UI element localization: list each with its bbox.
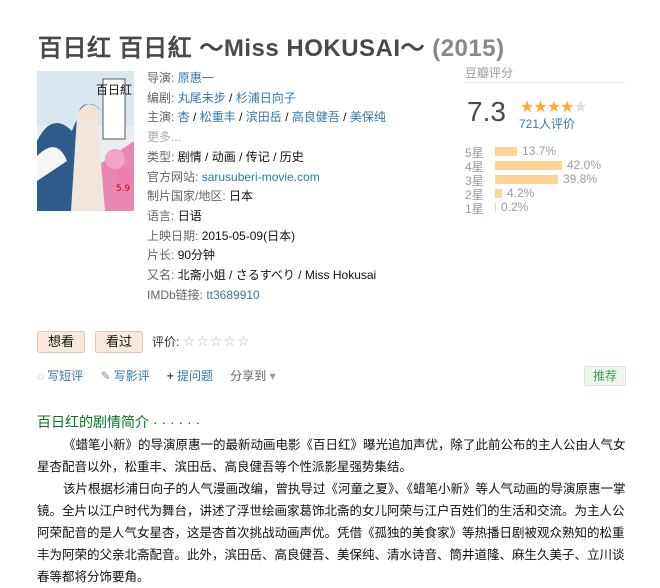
write-short-review-link[interactable]: ◌ 写短评 xyxy=(37,369,83,383)
cast-label: 主演 xyxy=(147,110,172,125)
writer-link[interactable]: 杉浦日向子 xyxy=(236,91,296,105)
country-row: 制片国家/地区: 日本 xyxy=(147,189,254,204)
genre-value: 传记 xyxy=(245,149,270,164)
genre-value: 动画 xyxy=(211,149,236,164)
site-label: 官方网站 xyxy=(147,169,196,184)
rating-row-label: 1星 xyxy=(465,202,484,216)
chevron-down-icon: ▾ xyxy=(269,369,276,383)
movie-title: 百日红 百日紅 ～Miss HOKUSAI～ xyxy=(38,35,426,62)
release-label: 上映日期 xyxy=(147,228,196,243)
action-bar: ◌ 写短评 ✎ 写影评 + 提问题 分享到 ▾ xyxy=(37,367,290,384)
imdb-link[interactable]: tt3689910 xyxy=(206,288,259,302)
summary-paragraph: 《蜡笔小新》的导演原惠一的最新动画电影《百日红》曝光追加声优，除了此前公布的主人… xyxy=(37,438,626,474)
cast-more-row: 更多... xyxy=(147,128,386,148)
star-empty-icon: ★ xyxy=(573,99,587,116)
rating-row-percent: 39.8% xyxy=(563,172,598,186)
cast-link[interactable]: 杏 xyxy=(178,110,190,124)
cast-link[interactable]: 滨田岳 xyxy=(246,110,282,124)
rate-star-icon[interactable]: ☆ xyxy=(223,333,237,349)
star-half-icon: ★ xyxy=(560,99,574,116)
rating-header: 豆瓣评分 xyxy=(465,66,514,80)
writers-label: 编剧 xyxy=(147,90,172,105)
watched-button[interactable]: 看过 xyxy=(95,331,144,353)
runtime-value: 90分钟 xyxy=(177,248,216,263)
runtime-row: 片长: 90分钟 xyxy=(147,248,216,263)
cast-link[interactable]: 美保纯 xyxy=(350,110,386,124)
rate-star-icon[interactable]: ☆ xyxy=(237,333,251,349)
cast-link[interactable]: 松重丰 xyxy=(200,110,236,124)
poster-caption: 百日紅 xyxy=(96,83,132,97)
release-row: 上映日期: 2015-05-09(日本) xyxy=(147,228,296,243)
rating-row-percent: 0.2% xyxy=(501,200,529,214)
rating-row-percent: 42.0% xyxy=(567,158,602,172)
rating-bar xyxy=(495,147,517,156)
cast-more-link[interactable]: 更多... xyxy=(147,130,181,144)
aka-value: 北斋小姐 / さるすべり / Miss Hokusai xyxy=(177,268,377,283)
language-value: 日语 xyxy=(177,208,202,223)
rating-votes-link[interactable]: 721人评价 xyxy=(519,115,575,132)
writer-link[interactable]: 丸尾未步 xyxy=(178,91,226,105)
ask-question-link[interactable]: + 提问题 xyxy=(167,369,213,383)
want-to-watch-button[interactable]: 想看 xyxy=(37,331,86,353)
page-title: 百日红 百日紅 ～Miss HOKUSAI～ (2015) xyxy=(38,28,505,63)
rating-bar xyxy=(495,203,496,212)
movie-info: 导演: 原惠一 编剧: 丸尾未步 / 杉浦日向子 主演: 杏 / 松重丰 / 滨… xyxy=(147,69,386,305)
share-dropdown[interactable]: 分享到 ▾ xyxy=(230,369,275,383)
genre-label: 类型 xyxy=(147,149,172,164)
country-value: 日本 xyxy=(229,189,254,204)
rating-panel: 豆瓣评分 7.3 ★★★★★ 721人评价 5星 13.7% 4星 42.0% 3星 39… xyxy=(465,64,635,216)
rating-stars: ★★★★★ xyxy=(520,97,588,117)
rate-label: 评价: xyxy=(152,335,180,349)
country-label: 制片国家/地区 xyxy=(147,189,223,204)
rate-star-icon[interactable]: ☆ xyxy=(210,333,224,349)
aka-label: 又名 xyxy=(147,268,172,283)
star-icon: ★ xyxy=(533,99,547,116)
site-link[interactable]: sarusuberi-movie.com xyxy=(202,170,320,184)
language-label: 语言 xyxy=(147,208,172,223)
plus-icon: + xyxy=(166,369,174,383)
imdb-row: IMDb链接: tt3689910 xyxy=(147,287,260,302)
genre-value: 历史 xyxy=(279,149,304,164)
movie-year: (2015) xyxy=(432,35,505,62)
star-icon: ★ xyxy=(520,99,534,116)
rate-star-icon[interactable]: ☆ xyxy=(196,333,210,349)
rating-bar xyxy=(495,175,558,184)
rate-star-icon[interactable]: ☆ xyxy=(183,333,197,349)
recommend-button[interactable]: 推荐 xyxy=(584,366,627,386)
cast-link[interactable]: 高良健吾 xyxy=(292,110,340,124)
genre-value: 剧情 xyxy=(177,149,202,164)
director-label: 导演 xyxy=(147,71,172,85)
rating-divider xyxy=(465,82,625,83)
chat-bubble-icon: ◌ xyxy=(37,369,45,383)
rating-row-percent: 13.7% xyxy=(522,144,557,158)
write-review-link[interactable]: ✎ 写影评 xyxy=(101,369,150,383)
poster-date: 5.9 xyxy=(116,184,131,194)
star-icon: ★ xyxy=(546,99,561,116)
genre-row: 类型: 剧情 / 动画 / 传记 / 历史 xyxy=(147,149,304,164)
language-row: 语言: 日语 xyxy=(147,208,202,223)
aka-row: 又名: 北斋小姐 / さるすべり / Miss Hokusai xyxy=(147,268,377,283)
director-link[interactable]: 原惠一 xyxy=(178,71,214,85)
rating-bar xyxy=(495,161,562,170)
cast-row: 主演: 杏 / 松重丰 / 滨田岳 / 高良健吾 / 美保纯 xyxy=(147,110,386,125)
rating-bar xyxy=(495,189,502,198)
rating-row-percent: 4.2% xyxy=(507,186,535,200)
site-row: 官方网站: sarusuberi-movie.com xyxy=(147,169,320,184)
runtime-label: 片长 xyxy=(147,248,172,263)
rate-widget: 评价: ☆☆☆☆☆ xyxy=(152,333,251,350)
pencil-icon: ✎ xyxy=(100,369,111,383)
release-value: 2015-05-09(日本) xyxy=(201,228,296,243)
summary-paragraph: 该片根据杉浦日向子的人气漫画改编，曾执导过《河童之夏》、《蜡笔小新》等人气动画的… xyxy=(37,482,626,584)
writers-row: 编剧: 丸尾未步 / 杉浦日向子 xyxy=(147,90,296,105)
movie-poster[interactable]: 百日紅 5.9 xyxy=(37,71,134,211)
summary-text: 《蜡笔小新》的导演原惠一的最新动画电影《百日红》曝光追加声优，除了此前公布的主人… xyxy=(37,434,627,588)
summary-heading: 百日红的剧情简介 · · · · · · xyxy=(37,414,201,430)
rating-score: 7.3 xyxy=(467,96,506,127)
imdb-label: IMDb链接 xyxy=(147,287,200,302)
director-row: 导演: 原惠一 xyxy=(147,71,214,85)
